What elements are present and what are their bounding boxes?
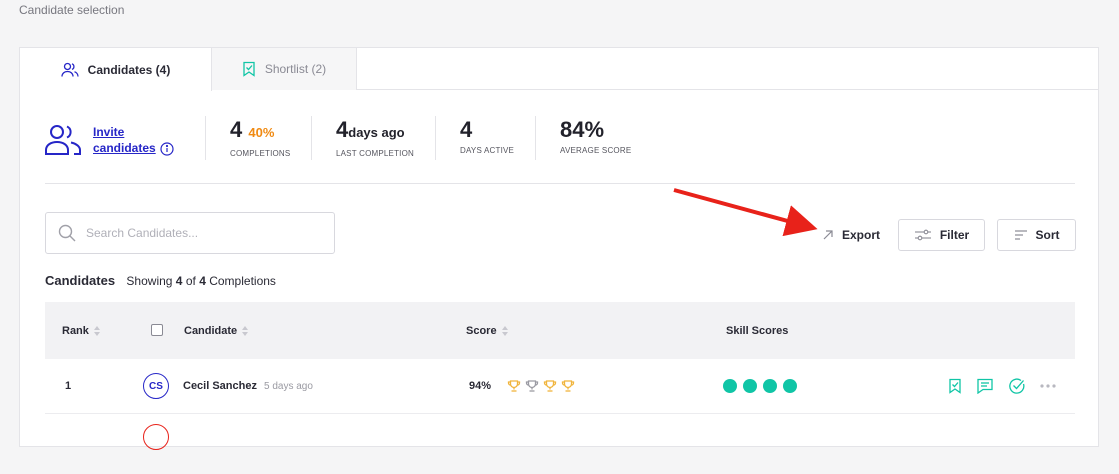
candidate-completed-ago: 5 days ago — [263, 380, 313, 392]
skill-dots — [723, 359, 803, 413]
tab-candidates-label: Candidates (4) — [87, 62, 171, 77]
shortlist-icon[interactable] — [948, 378, 962, 394]
stat-completions-percent: 40% — [248, 125, 275, 140]
review-check-icon[interactable] — [1008, 378, 1026, 394]
search-box[interactable] — [45, 212, 335, 254]
candidate-name[interactable]: Cecil Sanchez — [183, 380, 257, 392]
score-header-label: Score — [466, 324, 497, 337]
showing-of: of — [185, 274, 196, 288]
sort-arrows-icon — [501, 325, 508, 336]
trophy-icon — [525, 380, 539, 392]
tabs-bar: Candidates (4) Shortlist (2) — [20, 48, 1098, 91]
candidate-header[interactable]: Candidate — [184, 302, 249, 359]
invite-candidates-link[interactable]: Invite candidates — [93, 124, 157, 156]
stat-days-active: 4 DAYS ACTIVE — [435, 116, 535, 160]
sort-button[interactable]: Sort — [997, 219, 1076, 251]
tab-candidates[interactable]: Candidates (4) — [20, 48, 212, 91]
showing-prefix: Showing — [126, 274, 173, 288]
table-row[interactable]: 1 CS Cecil Sanchez 5 days ago 94% — [45, 359, 1075, 414]
showing-text: Showing 4 of 4 Completions — [126, 274, 276, 288]
stat-average-score-value: 84% — [560, 117, 605, 142]
stat-completions-value: 4 — [230, 117, 243, 142]
invite-candidates[interactable]: Invite candidates — [45, 124, 157, 156]
skill-scores-header-label: Skill Scores — [726, 324, 789, 337]
table-header: Rank Candidate Score Skill Scores — [45, 302, 1075, 359]
tab-shortlist-label: Shortlist (2) — [264, 62, 327, 76]
rank-header-label: Rank — [62, 324, 89, 337]
showing-suffix: Completions — [209, 274, 276, 288]
tab-shortlist[interactable]: Shortlist (2) — [212, 48, 357, 90]
skill-scores-header: Skill Scores — [726, 302, 788, 359]
stat-last-completion-label: LAST COMPLETION — [336, 149, 414, 158]
stat-completions: 4 40% COMPLETIONS — [205, 116, 311, 160]
trophy-icon — [561, 380, 575, 392]
stat-last-completion: 4days ago LAST COMPLETION — [311, 116, 435, 160]
stat-completions-label: COMPLETIONS — [230, 149, 291, 158]
stat-days-active-label: DAYS ACTIVE — [460, 146, 515, 155]
candidates-summary: Candidates Showing 4 of 4 Completions — [45, 273, 276, 288]
skill-score-dot[interactable] — [723, 379, 737, 393]
info-icon[interactable] — [160, 142, 174, 156]
filter-button[interactable]: Filter — [898, 219, 985, 251]
users-icon — [61, 62, 88, 78]
sort-icon — [1014, 229, 1036, 241]
shown-count: 4 — [175, 274, 183, 288]
score-value: 94% — [469, 380, 492, 392]
sort-label: Sort — [1035, 228, 1060, 242]
comment-icon[interactable] — [976, 378, 994, 394]
row-actions — [934, 359, 1056, 413]
score-header[interactable]: Score — [466, 302, 508, 359]
skill-score-dot[interactable] — [743, 379, 757, 393]
candidates-card: Candidates (4) Shortlist (2) Invite cand… — [19, 47, 1099, 450]
filter-label: Filter — [939, 228, 970, 242]
filter-icon — [914, 229, 940, 241]
rank-header[interactable]: Rank — [62, 302, 100, 359]
stat-average-score: 84% AVERAGE SCORE — [535, 116, 675, 160]
stat-days-active-value: 4 — [460, 117, 473, 142]
invite-users-icon — [45, 124, 81, 156]
export-button[interactable]: Export — [815, 219, 887, 251]
candidates-heading: Candidates — [45, 273, 116, 288]
stat-last-completion-value: 4 — [336, 117, 349, 142]
rank-cell: 1 — [65, 380, 72, 392]
trophy-icon — [543, 380, 557, 392]
sort-arrows-icon — [242, 325, 249, 336]
trophy-list — [507, 380, 579, 392]
stats-row: Invite candidates 4 40% COMPLETIONS 4day… — [45, 116, 1075, 160]
skill-score-dot[interactable] — [783, 379, 797, 393]
stat-last-completion-suffix: days ago — [348, 125, 405, 140]
export-icon — [822, 229, 842, 241]
score-cell: 94% — [469, 359, 579, 413]
search-icon — [58, 224, 76, 242]
divider — [45, 183, 1075, 184]
trophy-icon — [507, 380, 521, 392]
skill-score-dot[interactable] — [763, 379, 777, 393]
search-input[interactable] — [84, 225, 328, 241]
export-label: Export — [841, 228, 880, 242]
stat-average-score-label: AVERAGE SCORE — [560, 146, 632, 155]
candidate-cell: CS Cecil Sanchez 5 days ago — [143, 359, 313, 413]
avatar — [143, 424, 169, 450]
page-label: Candidate selection — [19, 3, 125, 17]
avatar: CS — [143, 373, 169, 399]
total-count: 4 — [199, 274, 206, 288]
select-all-checkbox[interactable] — [151, 324, 163, 336]
shortlist-icon — [242, 61, 265, 77]
more-options-icon[interactable] — [1040, 384, 1056, 388]
candidate-header-label: Candidate — [184, 324, 238, 337]
sort-arrows-icon — [93, 325, 100, 336]
table-row — [45, 414, 1075, 474]
